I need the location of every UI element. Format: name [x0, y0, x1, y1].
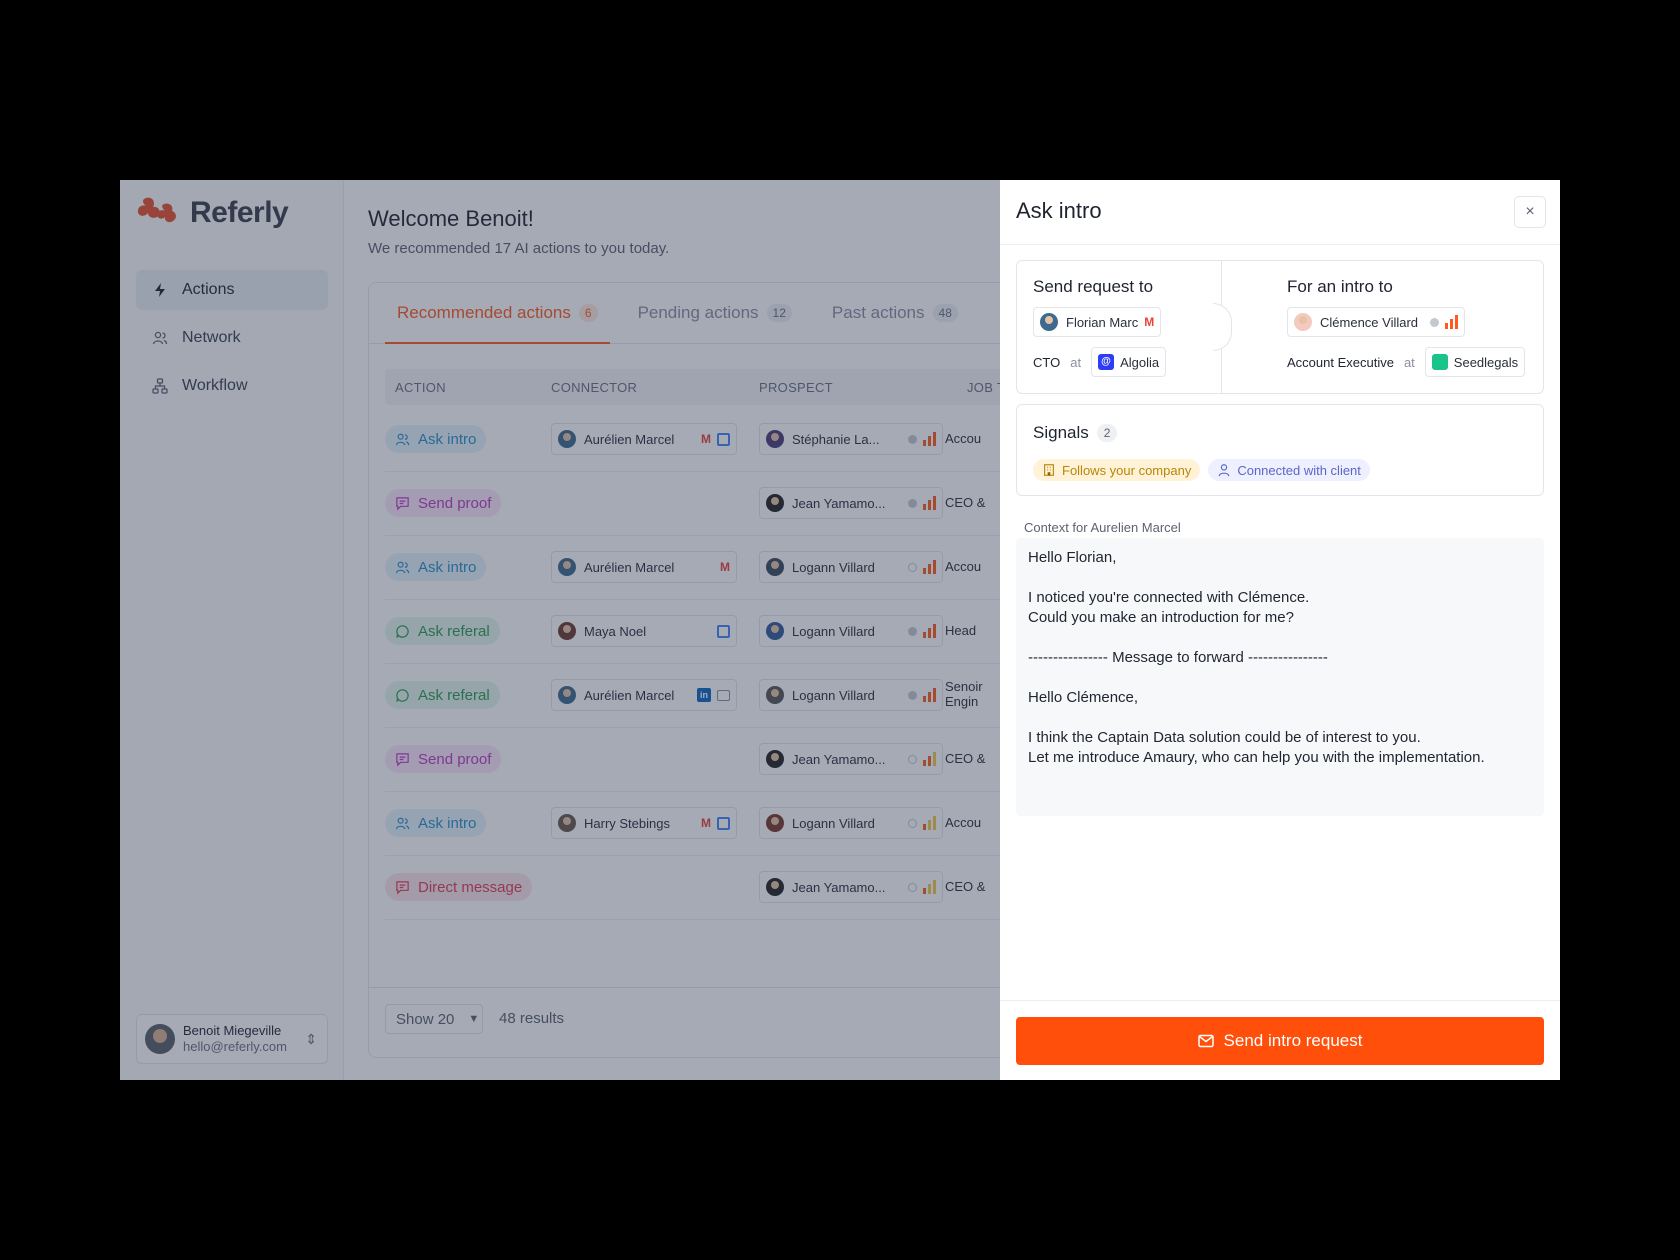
drawer-header: Ask intro ×	[1000, 180, 1560, 245]
send-intro-request-button[interactable]: Send intro request	[1016, 1017, 1544, 1065]
section-label: Send request to	[1033, 277, 1154, 296]
send-request-section: Send request to Florian Marc M CTO at @ …	[1033, 277, 1167, 377]
signal-tag: Follows your company	[1033, 459, 1201, 481]
ask-intro-drawer: Ask intro × Send request to Florian Marc…	[1000, 180, 1560, 1080]
status-dot-icon	[1430, 317, 1440, 327]
building-icon	[1044, 464, 1054, 476]
avatar	[1294, 313, 1312, 331]
button-label: Send intro request	[1223, 1031, 1363, 1050]
person-name: Clémence Villard	[1320, 314, 1419, 330]
signal-label: Follows your company	[1062, 462, 1192, 478]
seedlegals-logo-icon	[1431, 354, 1448, 370]
context-label: Context for Aurelien Marcel	[1024, 520, 1181, 535]
signals-title: Signals	[1033, 423, 1089, 442]
close-icon: ×	[1525, 203, 1535, 220]
close-button[interactable]: ×	[1514, 196, 1546, 228]
user-icon	[1218, 464, 1230, 477]
drawer-title: Ask intro	[1016, 198, 1102, 223]
signal-tag: Connected with client	[1208, 459, 1370, 481]
avatar	[1040, 313, 1058, 331]
connector-notch	[1213, 303, 1232, 351]
company-name: Algolia	[1120, 354, 1160, 370]
mail-icon	[1197, 1034, 1214, 1048]
role-label: CTO	[1033, 354, 1061, 370]
role-label: Account Executive	[1287, 354, 1394, 370]
app-window: Referly Actions Network Workflow Benoit …	[120, 180, 1560, 1080]
section-label: For an intro to	[1287, 277, 1393, 296]
signal-label: Connected with client	[1237, 462, 1361, 478]
company-chip[interactable]: Seedlegals	[1424, 347, 1526, 377]
intro-to-section: For an intro to Clémence Villard Account…	[1287, 277, 1526, 377]
prospect-chip[interactable]: Clémence Villard	[1287, 307, 1466, 337]
signal-bars-icon	[1445, 315, 1459, 329]
message-textarea[interactable]: Hello Florian, I noticed you're connecte…	[1016, 538, 1544, 816]
intro-request-card: Send request to Florian Marc M CTO at @ …	[1016, 260, 1544, 394]
connector-chip[interactable]: Florian Marc M	[1033, 307, 1162, 337]
drawer-footer: Send intro request	[1000, 1000, 1560, 1080]
company-chip[interactable]: @ Algolia	[1091, 347, 1167, 377]
at-label: at	[1070, 354, 1082, 370]
at-label: at	[1403, 354, 1415, 370]
signals-count-badge: 2	[1096, 424, 1118, 442]
algolia-logo-icon: @	[1098, 354, 1115, 370]
person-name: Florian Marc	[1066, 314, 1139, 330]
signals-card: Signals 2 Follows your company Connected…	[1016, 404, 1544, 496]
company-name: Seedlegals	[1453, 354, 1519, 370]
gmail-icon: M	[1144, 315, 1155, 329]
